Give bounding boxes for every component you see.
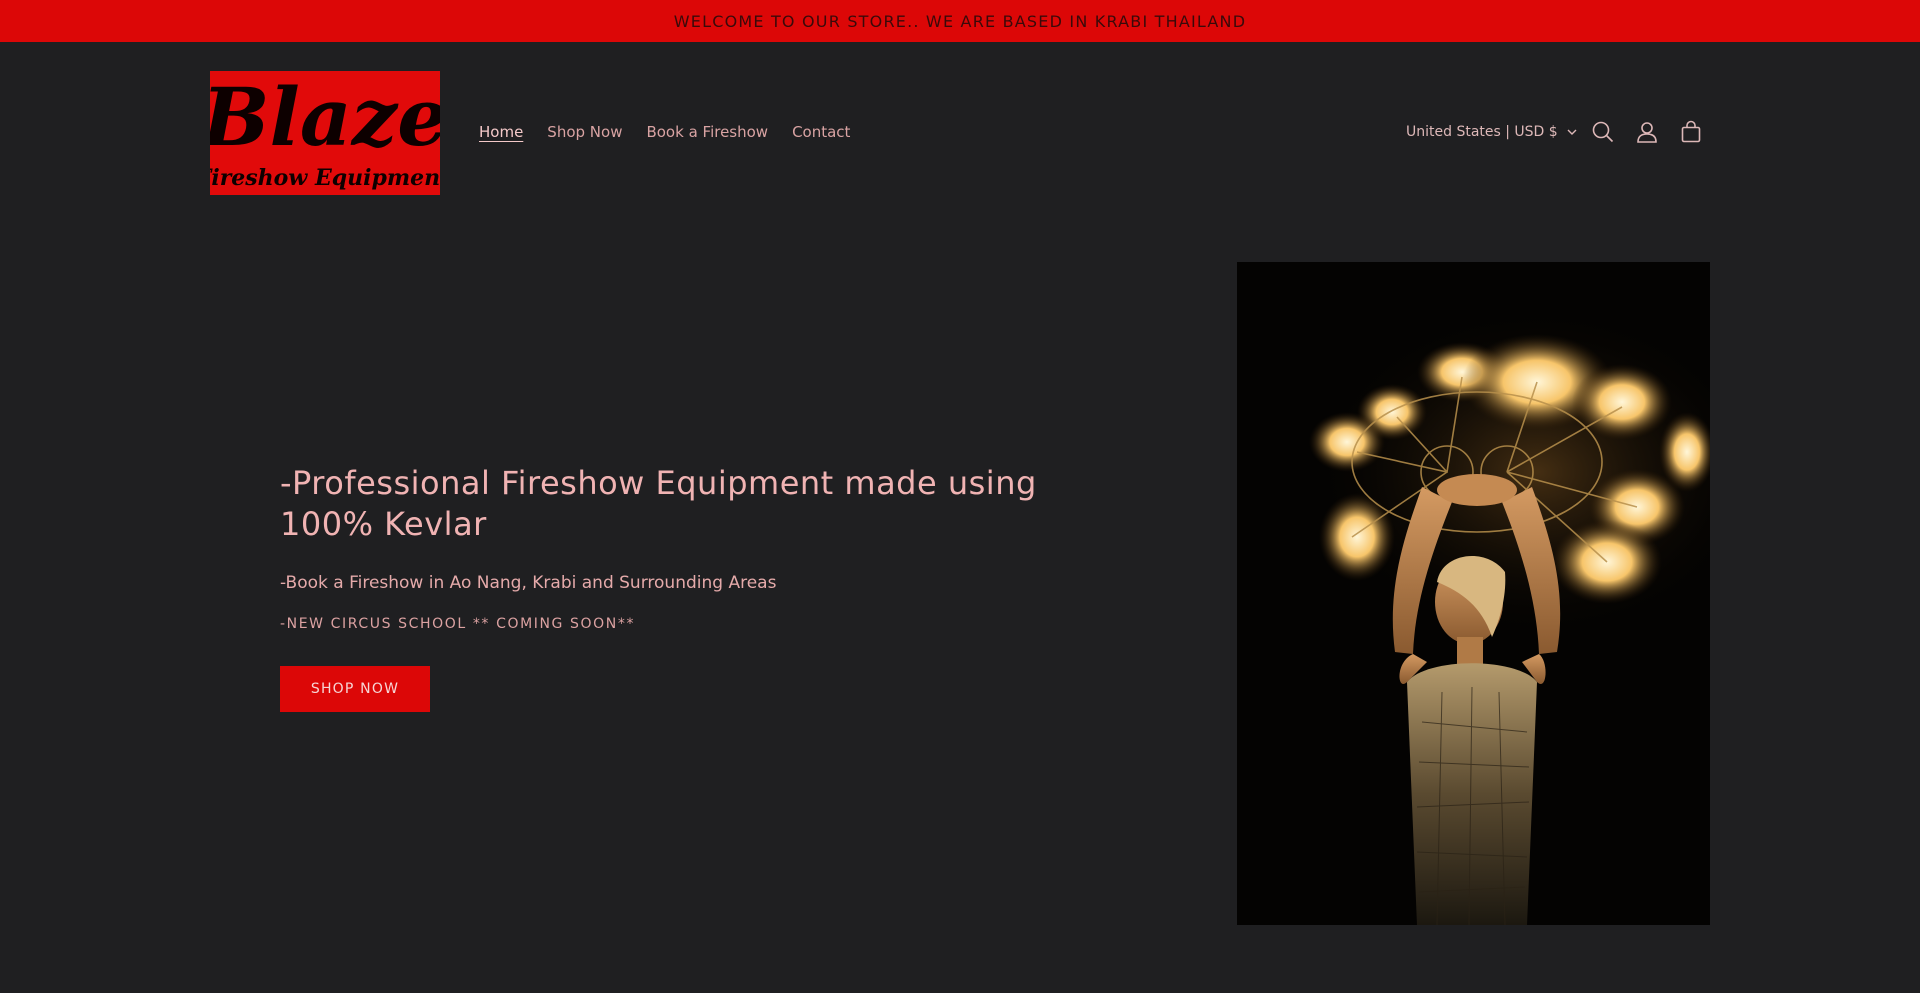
nav-contact[interactable]: Contact xyxy=(792,121,850,143)
nav-book-fireshow[interactable]: Book a Fireshow xyxy=(646,121,768,143)
hero-subtitle: -Book a Fireshow in Ao Nang, Krabi and S… xyxy=(280,573,777,593)
hero-title: -Professional Fireshow Equipment made us… xyxy=(280,464,1037,543)
account-icon[interactable] xyxy=(1634,119,1660,145)
shop-now-button[interactable]: SHOP NOW xyxy=(280,666,430,712)
nav-home[interactable]: Home xyxy=(479,121,523,143)
announcement-bar: WELCOME TO OUR STORE.. WE ARE BASED IN K… xyxy=(0,0,1920,42)
chevron-down-icon xyxy=(1567,129,1577,135)
main-nav: Home Shop Now Book a Fireshow Contact xyxy=(479,121,850,143)
nav-shop-now[interactable]: Shop Now xyxy=(547,121,622,143)
country-selector-label: United States | USD $ xyxy=(1406,124,1558,140)
announcement-text: WELCOME TO OUR STORE.. WE ARE BASED IN K… xyxy=(673,11,1247,31)
logo-subtitle: Fireshow Equipment xyxy=(210,165,440,191)
hero-image xyxy=(1237,262,1710,925)
cart-icon[interactable] xyxy=(1678,119,1704,145)
hero-note: -NEW CIRCUS SCHOOL ** COMING SOON** xyxy=(280,616,636,632)
country-selector[interactable]: United States | USD $ xyxy=(1406,121,1578,143)
logo-title: Blaze xyxy=(210,71,440,164)
search-icon[interactable] xyxy=(1590,119,1616,145)
store-logo[interactable]: Blaze Fireshow Equipment xyxy=(210,71,440,195)
